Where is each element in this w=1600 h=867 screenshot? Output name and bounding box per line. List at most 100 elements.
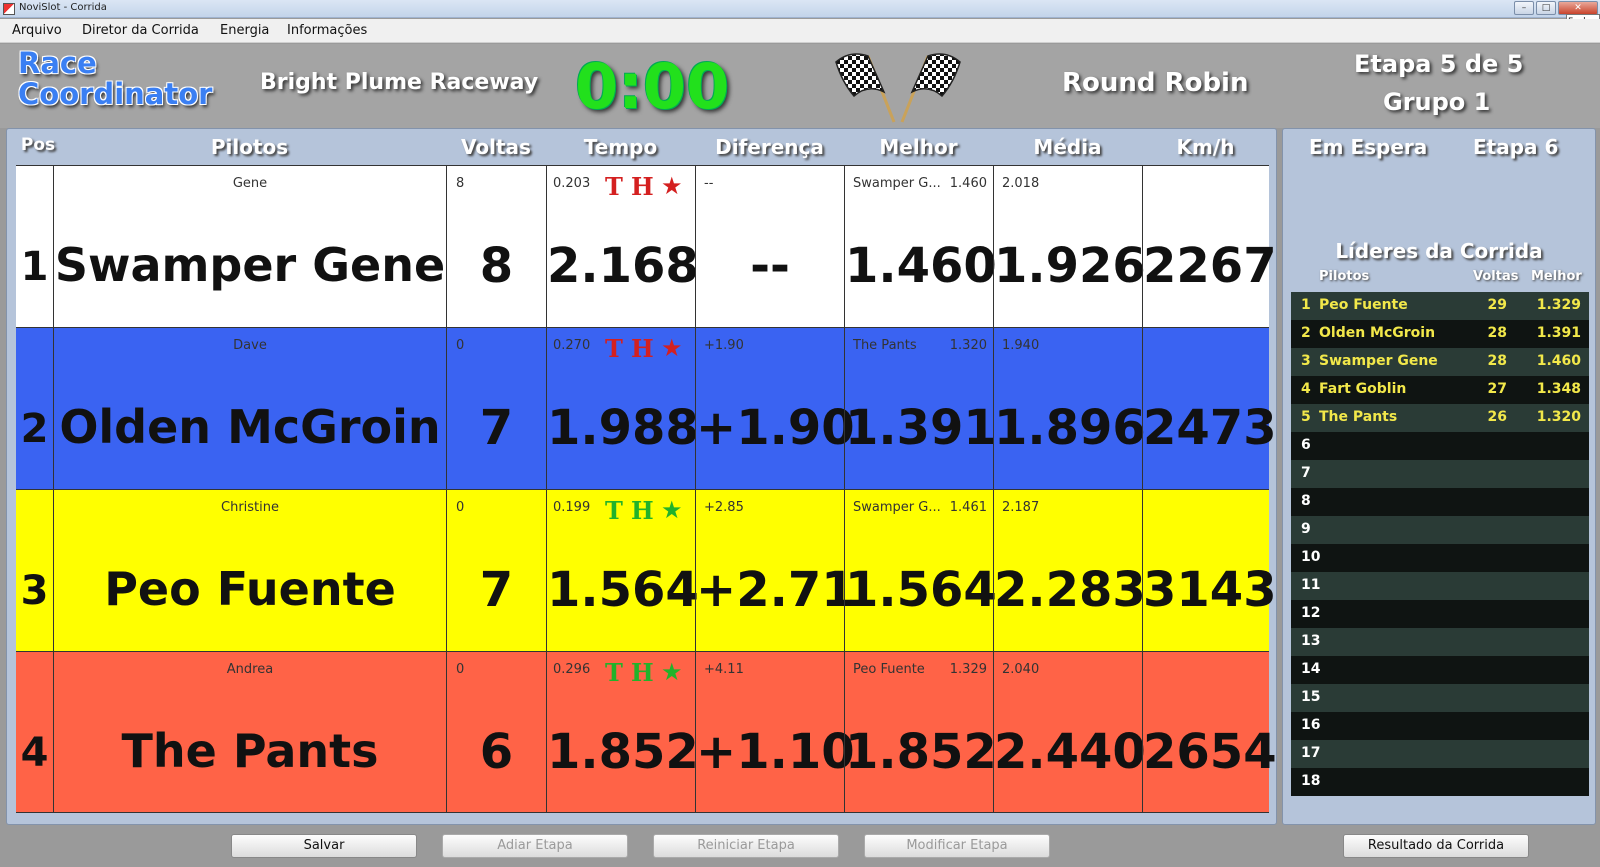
best-holder-name: The Pants [853,338,917,353]
minimize-button[interactable]: – [1514,1,1534,15]
driver-cell[interactable]: Dave Olden McGroin [53,328,446,489]
t-indicator-icon: T [605,334,623,363]
leader-rank: 5 [1301,409,1311,425]
maximize-button[interactable]: □ [1536,1,1556,15]
laps-value: 7 [479,400,514,456]
driver-name: Swamper Gene [54,238,446,292]
checkered-flags-icon [835,53,961,123]
leader-rank: 10 [1301,549,1321,565]
laps-value: 7 [479,562,514,618]
lane-row: 4 Andrea The Pants 0 6 0.296 T H ★ 1.852 +4.11 +1.1… [16,651,1277,813]
col-header-kmh: Km/h [1176,135,1235,159]
leader-name: The Pants [1319,409,1398,425]
best-value: 1.852 [845,724,997,780]
menu-arquivo[interactable]: Arquivo [12,23,62,38]
leaders-col-laps: Voltas [1473,269,1519,284]
leader-rank: 2 [1301,325,1311,341]
diff-cell: -- -- [695,166,844,327]
time-cell: 0.296 T H ★ 1.852 [546,652,699,812]
reaction-time: 0.203 [553,176,591,191]
race-table-panel: Pos Pilotos Voltas Tempo Diferença Melho… [6,128,1277,825]
restart-stage-button[interactable]: Reiniciar Etapa [653,834,839,858]
speed-cell: 2473 [1142,328,1277,489]
leader-row: 10 [1291,544,1589,572]
leader-rank: 17 [1301,745,1321,761]
lap-time: 1.852 [547,724,699,780]
column-headers: Pos Pilotos Voltas Tempo Diferença Melho… [7,129,1276,163]
avg-small: 2.040 [1002,662,1040,677]
pos-cell: 2 [16,328,53,489]
driver-cell[interactable]: Christine Peo Fuente [53,490,446,651]
leader-rank: 15 [1301,689,1321,705]
logo-line-2: Coordinator [18,77,213,111]
leader-rank: 1 [1301,297,1311,313]
best-value: 1.564 [845,562,997,618]
avg-small: 2.018 [1002,176,1040,191]
leader-laps: 29 [1487,297,1507,313]
avg-value: 2.440 [994,724,1146,780]
star-indicator-icon: ★ [661,658,683,686]
leader-row: 9 [1291,516,1589,544]
speed-value: 2267 [1143,238,1277,294]
avg-cell: 2.018 1.926 [993,166,1146,327]
postpone-stage-button[interactable]: Adiar Etapa [442,834,628,858]
leader-rank: 8 [1301,493,1311,509]
time-cell: 0.203 T H ★ 2.168 [546,166,699,327]
leader-row: 1 Peo Fuente 29 1.329 [1291,292,1589,320]
col-header-best: Melhor [879,135,958,159]
reaction-time: 0.296 [553,662,591,677]
leader-laps: 28 [1487,353,1507,369]
star-indicator-icon: ★ [661,334,683,362]
speed-value: 2473 [1143,400,1277,456]
racer-name: Gene [232,176,268,191]
col-header-laps: Voltas [461,135,531,159]
racer-name: Andrea [226,662,274,677]
menu-bar: Arquivo Diretor da Corrida Energia Infor… [0,19,1600,43]
close-button[interactable]: ✕ [1558,1,1598,15]
driver-name: Olden McGroin [59,400,441,454]
title-bar: NoviSlot - Corrida – □ ✕ [0,0,1600,18]
leaders-title: Líderes da Corrida [1335,239,1543,263]
window-title: NoviSlot - Corrida [19,2,107,13]
speed-value: 2654 [1143,724,1277,780]
leader-name: Swamper Gene [1319,353,1438,369]
speed-value: 3143 [1143,562,1277,618]
diff-small: +2.85 [704,500,744,515]
avg-cell: 1.940 1.896 [993,328,1146,489]
leader-rank: 13 [1301,633,1321,649]
diff-small: -- [704,176,714,191]
col-header-pilots: Pilotos [210,135,289,159]
leader-row: 4 Fart Goblin 27 1.348 [1291,376,1589,404]
driver-cell[interactable]: Gene Swamper Gene [53,166,446,327]
race-header: Race Coordinator Bright Plume Raceway 0:… [0,44,1600,128]
laps-cell: 07 [446,490,546,651]
best-cell: Swamper G... 1.460 1.460 [844,166,997,327]
best-holder-time: 1.320 [949,338,987,353]
best-holder-name: Swamper G... [853,500,941,515]
avg-small: 2.187 [1002,500,1040,515]
racer-name: Dave [233,338,267,353]
menu-energia[interactable]: Energia [220,23,269,38]
diff-value: +1.10 [696,724,855,780]
speed-cell: 2654 [1142,652,1277,812]
leaders-col-best: Melhor [1531,269,1582,284]
laps-cell: 88 [446,166,546,327]
driver-cell[interactable]: Andrea The Pants [53,652,446,812]
laps-cell: 06 [446,652,546,812]
menu-informacoes[interactable]: Informações [287,23,367,38]
diff-cell: +1.90 +1.90 [695,328,855,489]
t-indicator-icon: T [605,658,623,687]
waiting-header: Em Espera [1309,135,1428,159]
menu-diretor[interactable]: Diretor da Corrida [82,23,199,38]
save-button[interactable]: Salvar [231,834,417,858]
laps-small: 8 [456,176,465,191]
leaders-list[interactable]: 1 Peo Fuente 29 1.329 2 Olden McGroin 28 1.391 3… [1291,292,1589,812]
race-result-button[interactable]: Resultado da Corrida [1343,834,1529,858]
avg-small: 1.940 [1002,338,1040,353]
modify-stage-button[interactable]: Modificar Etapa [864,834,1050,858]
best-cell: Swamper G... 1.461 1.564 [844,490,997,651]
diff-value: +2.71 [696,562,855,618]
leader-rank: 6 [1301,437,1311,453]
logo-line-1: Race [18,46,97,80]
avg-value: 1.926 [994,238,1146,294]
